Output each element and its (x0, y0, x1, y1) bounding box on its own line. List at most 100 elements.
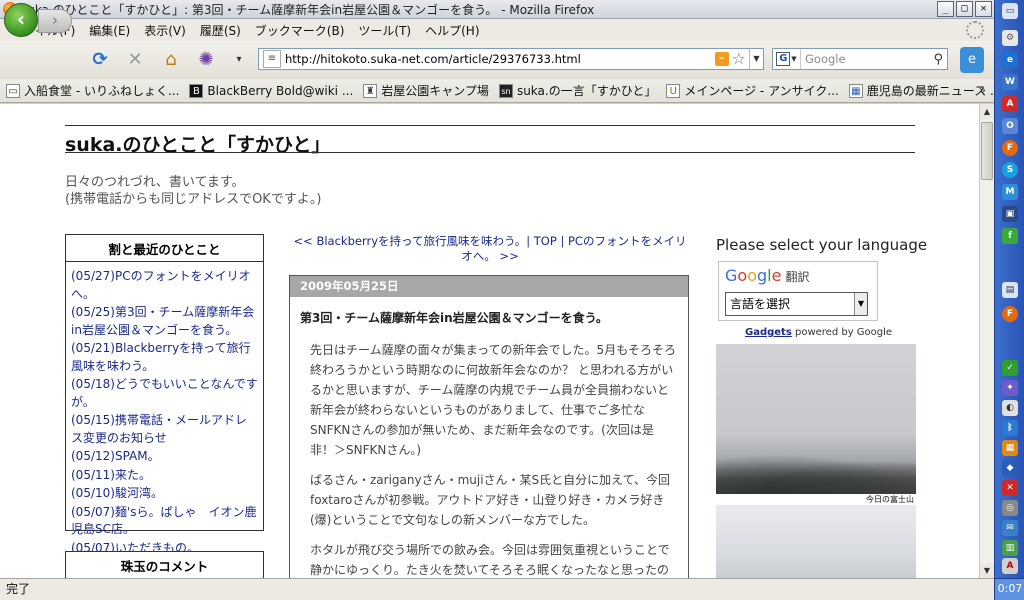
outlook-icon[interactable]: O (1002, 118, 1018, 134)
firefox-icon[interactable]: F (1002, 140, 1018, 156)
scroll-up-arrow-icon[interactable]: ▲ (980, 104, 994, 119)
news-icon: ▦ (848, 83, 863, 98)
language-select[interactable]: 言語を選択 ▼ (725, 292, 868, 316)
tray-icon[interactable]: ◐ (1002, 400, 1018, 416)
bookmarks-overflow-chevron[interactable]: » (979, 83, 986, 97)
stop-icon[interactable]: ✕ (124, 50, 146, 72)
recent-posts-list: (05/27)PCのフォントをメイリオへ。 (05/25)第3回・チーム薩摩新年… (66, 262, 263, 562)
bluetooth-icon[interactable]: ᛒ (1002, 420, 1018, 436)
list-item[interactable]: (05/21)Blackberryを持って旅行風味を味わう。 (71, 340, 258, 375)
bookmark-item[interactable]: U メインページ - アンサイク... (662, 82, 844, 99)
bookmark-item[interactable]: sn suka.の一言「すかひと」 (495, 82, 662, 99)
rss-icon[interactable]: ⌁ (714, 52, 729, 66)
list-item[interactable]: (05/12)SPAM。 (71, 448, 258, 466)
minimize-button[interactable]: _ (937, 1, 954, 17)
bookmark-item[interactable]: ♜ 岩屋公園キャンプ場 (359, 82, 495, 99)
article-navigation[interactable]: << Blackberryを持って旅行風味を味わう。| TOP | PCのフォン… (290, 234, 690, 264)
menu-history[interactable]: 履歴(S) (193, 20, 248, 41)
scroll-down-arrow-icon[interactable]: ▼ (980, 563, 994, 578)
skype-icon[interactable]: S (1002, 162, 1018, 178)
menu-bar: ファイル(F) 編集(E) 表示(V) 履歴(S) ブックマーク(B) ツール(… (0, 19, 994, 41)
tray-check-icon[interactable]: ✓ (1002, 360, 1018, 376)
google-engine-icon: G (776, 52, 791, 66)
vertical-scrollbar[interactable]: ▲ ▼ (979, 104, 994, 578)
list-item[interactable]: (05/27)PCのフォントをメイリオへ。 (71, 268, 258, 303)
search-engine-selector[interactable]: G ▼ (773, 49, 801, 69)
minimize-bar-icon[interactable]: ▭ (1002, 3, 1018, 19)
article-paragraph: ばるさん・zariganyさん・mujiさん・某S氏と自分に加えて、今回foxt… (310, 473, 670, 527)
throbber-icon (966, 21, 984, 39)
tray-icon[interactable]: ◎ (1002, 500, 1018, 516)
menu-help[interactable]: ヘルプ(H) (418, 20, 486, 41)
volume-icon[interactable]: A (1002, 558, 1018, 574)
clock[interactable]: 0:07 (995, 578, 1024, 600)
search-input[interactable]: Google (801, 52, 929, 66)
status-bar: 完了 (0, 578, 994, 600)
tray-icon[interactable]: ✕ (1002, 480, 1018, 496)
tray-icon[interactable]: ◆ (1002, 460, 1018, 476)
divider (65, 125, 915, 126)
language-select-value: 言語を選択 (730, 297, 791, 311)
list-item[interactable]: (05/10)駿河湾。 (71, 485, 258, 503)
url-bar[interactable]: ≡ http://hitokoto.suka-net.com/article/2… (258, 48, 764, 70)
page-viewport: suka.のひとこと「すかひと」 日々のつれづれ、書いてます。 (携帯電話からも… (0, 104, 979, 578)
maximize-button[interactable]: □ (956, 1, 973, 17)
window-controls: _ □ ✕ (937, 1, 992, 17)
menu-tools[interactable]: ツール(T) (351, 20, 418, 41)
menu-bookmarks[interactable]: ブックマーク(B) (248, 20, 352, 41)
list-item[interactable]: (05/15)携帯電話・メールアドレス変更のお知らせ (71, 412, 258, 447)
list-item[interactable]: (05/11)来た。 (71, 467, 258, 485)
bookmark-item[interactable]: B BlackBerry Bold@wiki ... (185, 83, 359, 98)
back-button[interactable]: ‹ (4, 3, 38, 37)
article-paragraph: ホタルが飛び交う場所での飲み会。今回は雰囲気重視ということで静かにゆっくり。たき… (310, 543, 670, 577)
gadgets-link[interactable]: Gadgets (745, 327, 792, 338)
article-date: 2009年05月25日 (290, 276, 688, 297)
forward-button[interactable]: › (38, 9, 72, 33)
google-translate-widget: Google 翻訳 言語を選択 ▼ (718, 261, 878, 321)
recent-posts-title: 割と最近のひとこと (66, 235, 263, 262)
search-icon[interactable]: ⚲ (929, 52, 947, 67)
list-item[interactable]: (05/07)麺'sら。ぱしゃ イオン鹿児島SC店。 (71, 504, 258, 539)
webcam-image[interactable] (716, 344, 916, 494)
url-input[interactable]: http://hitokoto.suka-net.com/article/293… (285, 52, 715, 66)
list-item[interactable]: (05/25)第3回・チーム薩摩新年会in岩屋公園＆マンゴーを食う。 (71, 304, 258, 339)
menu-view[interactable]: 表示(V) (137, 20, 193, 41)
reload-icon[interactable]: ⟳ (89, 50, 111, 72)
bookmark-star-icon[interactable]: ☆ (732, 51, 746, 67)
url-history-dropdown-icon[interactable]: ▼ (749, 49, 763, 69)
network-icon[interactable]: ▥ (1002, 540, 1018, 556)
scroll-thumb[interactable] (981, 122, 993, 180)
close-button[interactable]: ✕ (975, 1, 992, 17)
shortcut-icon[interactable]: ⚙ (1002, 30, 1018, 46)
site-description-line: 日々のつれづれ、書いてます。 (65, 175, 245, 190)
ie-icon[interactable]: e (1002, 52, 1018, 68)
word-icon[interactable]: W (1002, 74, 1018, 90)
divider (65, 152, 915, 153)
sn-icon: sn (498, 83, 513, 98)
menu-edit[interactable]: 編集(E) (82, 20, 137, 41)
tray-icon[interactable]: ✉ (1002, 520, 1018, 536)
chevron-down-icon[interactable]: ▼ (854, 293, 867, 315)
window-task-icon[interactable]: ▤ (1002, 282, 1018, 298)
pdf-icon[interactable]: A (1002, 96, 1018, 112)
article-entry: 2009年05月25日 第3回・チーム薩摩新年会in岩屋公園＆マンゴーを食う。 … (289, 275, 689, 578)
webcam-image[interactable] (716, 505, 916, 578)
addon-icon[interactable]: ✺ (195, 50, 217, 72)
tray-icon[interactable]: ✦ (1002, 380, 1018, 396)
window-title: suka.のひとこと「すかひと」: 第3回・チーム薩摩新年会in岩屋公園＆マンゴ… (21, 2, 595, 17)
messenger-icon[interactable]: M (1002, 184, 1018, 200)
ie-tab-icon[interactable]: e (960, 47, 984, 73)
gadgets-credit: Gadgets powered by Google (745, 327, 893, 338)
tray-icon[interactable]: ▦ (1002, 440, 1018, 456)
ftp-icon[interactable]: f (1002, 228, 1018, 244)
list-item[interactable]: (05/18)どうでもいいことなんですが。 (71, 376, 258, 411)
blackberry-icon: B (189, 83, 204, 98)
app-icon[interactable]: ▣ (1002, 206, 1018, 222)
article-body: 先日はチーム薩摩の面々が集まっての新年会でした。5月もそろそろ終わろうかという時… (290, 326, 688, 578)
bookmark-item[interactable]: ▭ 入船食堂 - いりふねしょく... (2, 82, 185, 99)
site-description-line: (携帯電話からも同じアドレスでOKですよ。) (65, 192, 322, 207)
search-bar[interactable]: G ▼ Google ⚲ (772, 48, 948, 70)
toolbar-dropdown-icon[interactable]: ▾ (228, 50, 250, 72)
firefox-task-icon[interactable]: F (1002, 306, 1018, 322)
home-icon[interactable]: ⌂ (160, 50, 182, 72)
